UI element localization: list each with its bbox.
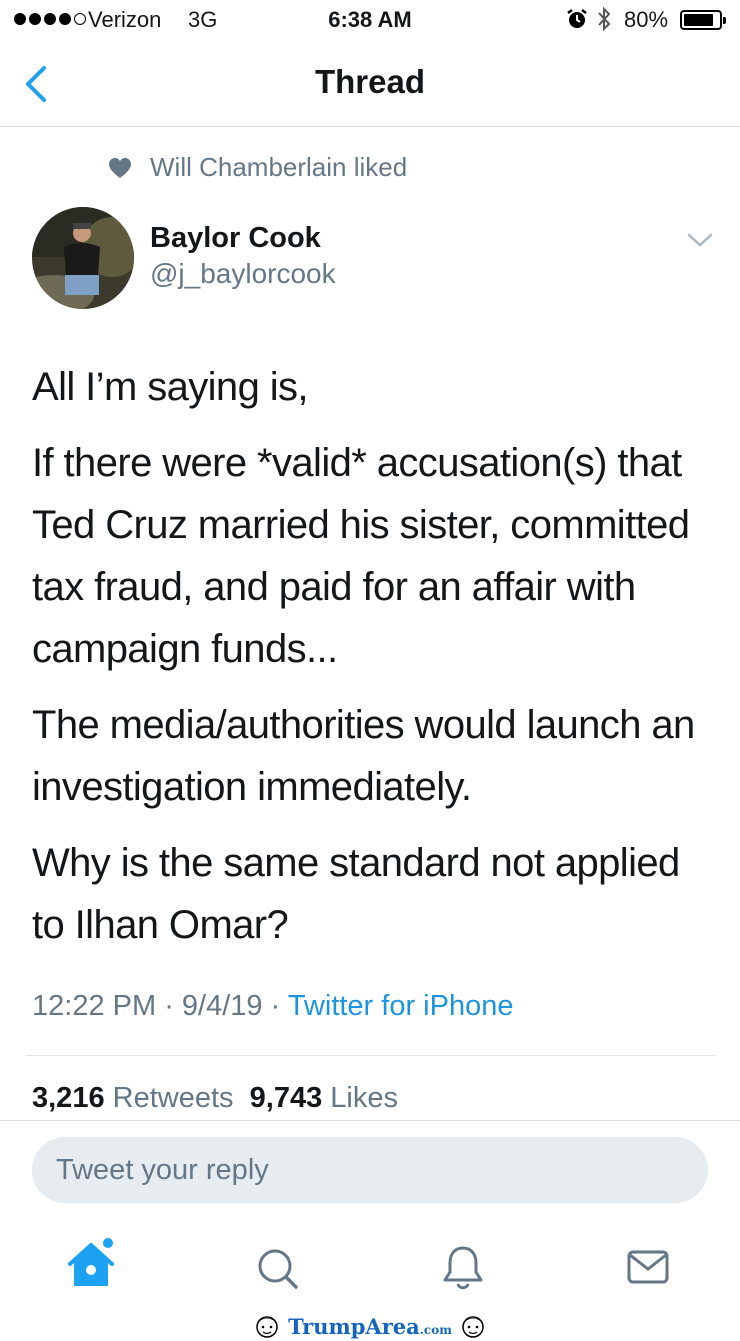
tweet-time: 12:22 PM bbox=[32, 990, 157, 1022]
face-logo-icon bbox=[256, 1315, 278, 1338]
heart-icon bbox=[109, 158, 131, 178]
watermark-suffix: .com bbox=[419, 1323, 452, 1337]
status-bar: Verizon 3G 6:38 AM 80% bbox=[0, 0, 740, 40]
bluetooth-icon bbox=[598, 6, 611, 32]
retweets-label: Retweets bbox=[112, 1082, 234, 1114]
alarm-icon bbox=[567, 9, 587, 28]
author-name[interactable]: Baylor Cook bbox=[150, 222, 321, 255]
face-logo-icon bbox=[462, 1315, 484, 1338]
bell-icon[interactable] bbox=[438, 1236, 488, 1296]
tweet-meta: 12:22 PM · 9/4/19 · Twitter for iPhone bbox=[32, 990, 513, 1023]
tweet-text: All I’m saying is, If there were *valid*… bbox=[32, 356, 722, 970]
chevron-down-icon[interactable] bbox=[686, 232, 714, 248]
watermark-brand-text: TrumpArea bbox=[288, 1314, 420, 1339]
reply-input[interactable]: Tweet your reply bbox=[32, 1137, 708, 1203]
tweet-paragraph: The media/authorities would launch an in… bbox=[32, 703, 695, 809]
author-handle[interactable]: @j_baylorcook bbox=[150, 258, 336, 290]
divider bbox=[0, 126, 740, 127]
divider bbox=[26, 1055, 716, 1056]
likes-stat[interactable]: 9,743 Likes bbox=[250, 1082, 398, 1114]
tweet-paragraph: Why is the same standard not applied to … bbox=[32, 841, 680, 947]
battery-icon bbox=[680, 10, 726, 30]
watermark: TrumpArea.com bbox=[0, 1312, 740, 1341]
divider bbox=[0, 1120, 740, 1121]
tweet-stats: 3,216 Retweets 9,743 Likes bbox=[32, 1082, 398, 1115]
tweet-paragraph: If there were *valid* accusation(s) that… bbox=[32, 441, 690, 671]
meta-separator: · bbox=[156, 990, 182, 1022]
likes-label: Likes bbox=[330, 1082, 398, 1114]
search-icon[interactable] bbox=[252, 1236, 302, 1296]
tweet-source-link[interactable]: Twitter for iPhone bbox=[288, 990, 514, 1022]
avatar[interactable] bbox=[32, 207, 134, 309]
social-context-text: Will Chamberlain liked bbox=[150, 152, 408, 182]
battery-percent: 80% bbox=[624, 7, 669, 32]
meta-separator: · bbox=[262, 990, 288, 1022]
likes-count: 9,743 bbox=[249, 1082, 323, 1114]
home-icon[interactable] bbox=[68, 1236, 118, 1296]
tweet-paragraph: All I’m saying is, bbox=[32, 365, 309, 409]
watermark-brand: TrumpArea.com bbox=[288, 1314, 452, 1339]
retweets-count: 3,216 bbox=[32, 1082, 105, 1114]
mail-icon[interactable] bbox=[623, 1236, 673, 1296]
page-title: Thread bbox=[314, 63, 426, 100]
tweet-date: 9/4/19 bbox=[181, 990, 263, 1022]
retweets-stat[interactable]: 3,216 Retweets bbox=[32, 1082, 234, 1114]
